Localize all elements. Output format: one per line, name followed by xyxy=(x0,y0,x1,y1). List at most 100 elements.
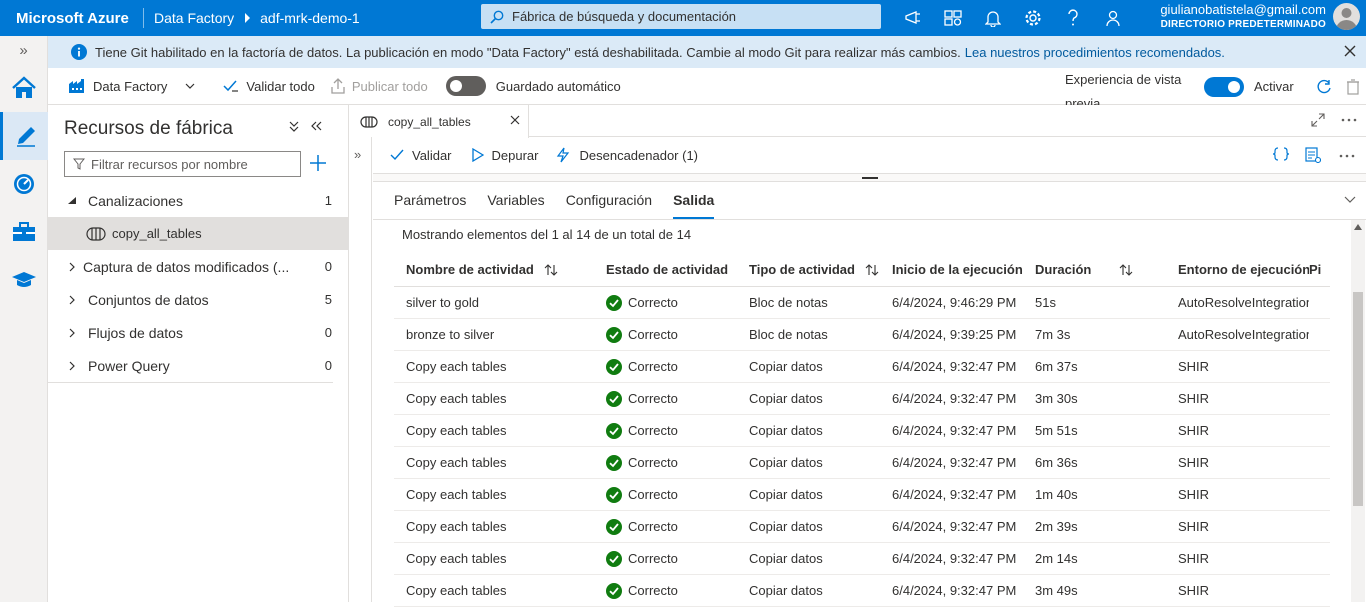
activity-name[interactable]: Copy each tables xyxy=(406,423,506,438)
code-braces-icon[interactable] xyxy=(1273,147,1289,161)
collapse-all-icon[interactable] xyxy=(287,119,301,133)
discard-icon[interactable] xyxy=(1346,78,1360,95)
search-input[interactable]: Fábrica de búsqueda y documentación xyxy=(481,4,881,29)
expand-resources-strip[interactable]: » xyxy=(349,137,372,602)
vertical-scrollbar[interactable] xyxy=(1351,220,1365,602)
preview-switch[interactable] xyxy=(1204,76,1244,97)
gear-icon[interactable] xyxy=(1013,0,1053,36)
tab-parameters[interactable]: Parámetros xyxy=(394,181,466,219)
user-account[interactable]: giulianobatistela@gmail.com DIRECTORIO P… xyxy=(1160,2,1326,32)
validate-button[interactable]: Validar xyxy=(390,148,452,163)
autosave-switch[interactable] xyxy=(445,76,486,96)
publish-all-button[interactable]: Publicar todo xyxy=(325,68,434,104)
scrollbar-thumb[interactable] xyxy=(1353,292,1363,506)
activity-name[interactable]: Copy each tables xyxy=(406,487,506,502)
learning-center-icon[interactable] xyxy=(0,256,48,304)
run-start-cell: 6/4/2024, 9:39:25 PM xyxy=(880,327,1023,342)
expand-icon[interactable]: » xyxy=(354,147,361,162)
properties-icon[interactable] xyxy=(1305,147,1321,163)
best-practices-link[interactable]: Lea nuestros procedimientos recomendados… xyxy=(965,45,1225,60)
megaphone-icon[interactable] xyxy=(893,0,933,36)
tree-item-copy-all-tables[interactable]: copy_all_tables xyxy=(48,217,348,250)
scroll-up-icon[interactable] xyxy=(1354,224,1362,230)
tab-variables[interactable]: Variables xyxy=(487,181,544,219)
close-icon[interactable] xyxy=(1344,45,1356,57)
trigger-button[interactable]: Desencadenador (1) xyxy=(555,147,698,163)
chevron-down-icon[interactable] xyxy=(1344,196,1356,204)
manage-toolbox-icon[interactable] xyxy=(0,208,48,256)
status-text: Correcto xyxy=(628,519,678,534)
mode-dropdown[interactable]: Data Factory xyxy=(62,68,201,104)
table-row[interactable]: Copy each tables Correcto Copiar datos 6/4/… xyxy=(394,447,1330,479)
sort-icon[interactable] xyxy=(1119,263,1133,276)
more-options-icon[interactable] xyxy=(1339,154,1355,158)
refresh-icon[interactable] xyxy=(1316,79,1332,95)
resize-handle[interactable] xyxy=(862,177,878,179)
column-integration-runtime[interactable]: Entorno de ejecución de xyxy=(1166,262,1309,277)
sort-icon[interactable] xyxy=(865,263,879,276)
tab-output[interactable]: Salida xyxy=(673,181,715,219)
table-row[interactable]: Copy each tables Correcto Copiar datos 6/4/… xyxy=(394,511,1330,543)
debug-button[interactable]: Depurar xyxy=(471,147,539,163)
column-more[interactable]: Pi xyxy=(1309,262,1330,277)
tree-item-change-data-capture[interactable]: Captura de datos modificados (... 0 xyxy=(48,250,348,283)
table-row[interactable]: Copy each tables Correcto Copiar datos 6/4/… xyxy=(394,575,1330,607)
column-duration[interactable]: Duración xyxy=(1023,262,1166,277)
tree-item-datasets[interactable]: Conjuntos de datos 5 xyxy=(48,283,348,316)
close-tab-icon[interactable] xyxy=(510,115,520,125)
run-start-cell: 6/4/2024, 9:46:29 PM xyxy=(880,295,1023,310)
integration-runtime: SHIR xyxy=(1178,455,1210,470)
activity-name[interactable]: Copy each tables xyxy=(406,359,506,374)
breadcrumb-data-factory[interactable]: Data Factory xyxy=(154,10,234,26)
activity-name[interactable]: Copy each tables xyxy=(406,551,506,566)
table-row[interactable]: Copy each tables Correcto Copiar datos 6/4/… xyxy=(394,479,1330,511)
filter-resources-input[interactable]: Filtrar recursos por nombre xyxy=(64,151,301,177)
debug-label: Depurar xyxy=(491,147,539,163)
column-activity-status[interactable]: Estado de actividad xyxy=(594,262,737,277)
tree-item-data-flows[interactable]: Flujos de datos 0 xyxy=(48,316,348,349)
table-row[interactable]: Copy each tables Correcto Copiar datos 6/4/… xyxy=(394,383,1330,415)
activity-name[interactable]: Copy each tables xyxy=(406,583,506,598)
more-options-icon[interactable] xyxy=(1341,118,1357,122)
monitor-icon[interactable] xyxy=(0,160,48,208)
help-icon[interactable] xyxy=(1053,0,1093,36)
activity-name[interactable]: Copy each tables xyxy=(406,455,506,470)
activity-name-cell: Copy each tables xyxy=(394,359,594,374)
validate-all-button[interactable]: Validar todo xyxy=(217,68,320,104)
properties-tabs: Parámetros Variables Configuración Salid… xyxy=(373,182,1366,220)
column-run-start[interactable]: Inicio de la ejecución xyxy=(880,262,1023,277)
brand[interactable]: Microsoft Azure xyxy=(0,10,143,27)
bell-icon[interactable] xyxy=(973,0,1013,36)
activity-name[interactable]: Copy each tables xyxy=(406,391,506,406)
avatar[interactable] xyxy=(1333,3,1360,30)
table-row[interactable]: bronze to silver Correcto Bloc de notas 6/4… xyxy=(394,319,1330,351)
feedback-icon[interactable] xyxy=(1093,0,1133,36)
tree-item-power-query[interactable]: Power Query 0 xyxy=(48,349,348,382)
table-row[interactable]: Copy each tables Correcto Copiar datos 6/4/… xyxy=(394,351,1330,383)
integration-runtime: SHIR xyxy=(1178,551,1210,566)
portal-settings-icon[interactable] xyxy=(933,0,973,36)
tab-settings[interactable]: Configuración xyxy=(566,181,652,219)
table-header: Nombre de actividad Estado de actividad … xyxy=(394,253,1330,287)
sort-icon[interactable] xyxy=(544,263,558,276)
activity-name[interactable]: silver to gold xyxy=(406,295,479,310)
table-row[interactable]: silver to gold Correcto Bloc de notas 6/4/2… xyxy=(394,287,1330,319)
table-row[interactable]: Copy each tables Correcto Copiar datos 6/4/… xyxy=(394,415,1330,447)
home-icon[interactable] xyxy=(0,64,48,112)
autosave-toggle[interactable]: Guardado automático xyxy=(440,68,627,104)
maximize-icon[interactable] xyxy=(1311,113,1325,127)
tree-item-label: Captura de datos modificados (... xyxy=(83,258,290,275)
table-row[interactable]: Copy each tables Correcto Copiar datos 6/4/… xyxy=(394,543,1330,575)
column-activity-type[interactable]: Tipo de actividad xyxy=(737,262,880,277)
tree-item-pipelines[interactable]: Canalizaciones 1 xyxy=(48,184,348,217)
collapse-panel-icon[interactable] xyxy=(309,119,323,133)
column-activity-name[interactable]: Nombre de actividad xyxy=(394,262,594,277)
activity-name[interactable]: bronze to silver xyxy=(406,327,494,342)
add-resource-icon[interactable] xyxy=(309,154,327,172)
breadcrumb-factory-name[interactable]: adf-mrk-demo-1 xyxy=(260,10,360,26)
tab-copy-all-tables[interactable]: copy_all_tables xyxy=(349,105,529,138)
duration: 3m 30s xyxy=(1035,391,1078,406)
author-pencil-icon[interactable] xyxy=(0,112,48,160)
activity-name[interactable]: Copy each tables xyxy=(406,519,506,534)
expand-rail-icon[interactable]: » xyxy=(0,36,47,64)
